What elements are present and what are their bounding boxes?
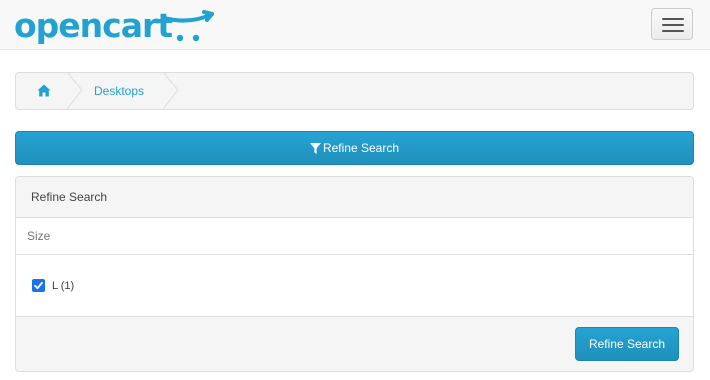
refine-search-toggle-button[interactable]: Refine Search <box>15 131 694 165</box>
home-icon <box>37 84 51 97</box>
logo-text: opencart <box>14 6 173 45</box>
cart-logo-icon <box>162 10 214 42</box>
breadcrumb: Desktops <box>15 72 694 110</box>
filter-icon <box>309 143 321 154</box>
opencart-logo[interactable]: opencart <box>14 6 214 46</box>
filter-option-label: L (1) <box>52 280 75 292</box>
filter-panel-footer: Refine Search <box>16 316 693 371</box>
site-header: opencart <box>0 0 710 50</box>
filter-checkbox[interactable] <box>32 279 45 292</box>
menu-toggle-button[interactable] <box>651 8 693 40</box>
refine-search-button[interactable]: Refine Search <box>575 327 679 361</box>
breadcrumb-item-desktops[interactable]: Desktops <box>94 73 144 109</box>
checkmark-icon <box>34 281 43 290</box>
hamburger-icon-bar <box>662 24 684 26</box>
filter-group-title-size: Size <box>16 218 693 255</box>
refine-search-toggle-label: Refine Search <box>322 141 400 155</box>
hamburger-icon-bar <box>662 30 684 32</box>
filter-panel: Refine Search Size L (1) Refine Search <box>15 176 694 372</box>
breadcrumb-separator <box>66 72 83 110</box>
breadcrumb-separator <box>162 72 179 110</box>
hamburger-icon-bar <box>662 18 684 20</box>
breadcrumb-home[interactable] <box>16 73 72 109</box>
filter-panel-heading: Refine Search <box>16 177 693 218</box>
